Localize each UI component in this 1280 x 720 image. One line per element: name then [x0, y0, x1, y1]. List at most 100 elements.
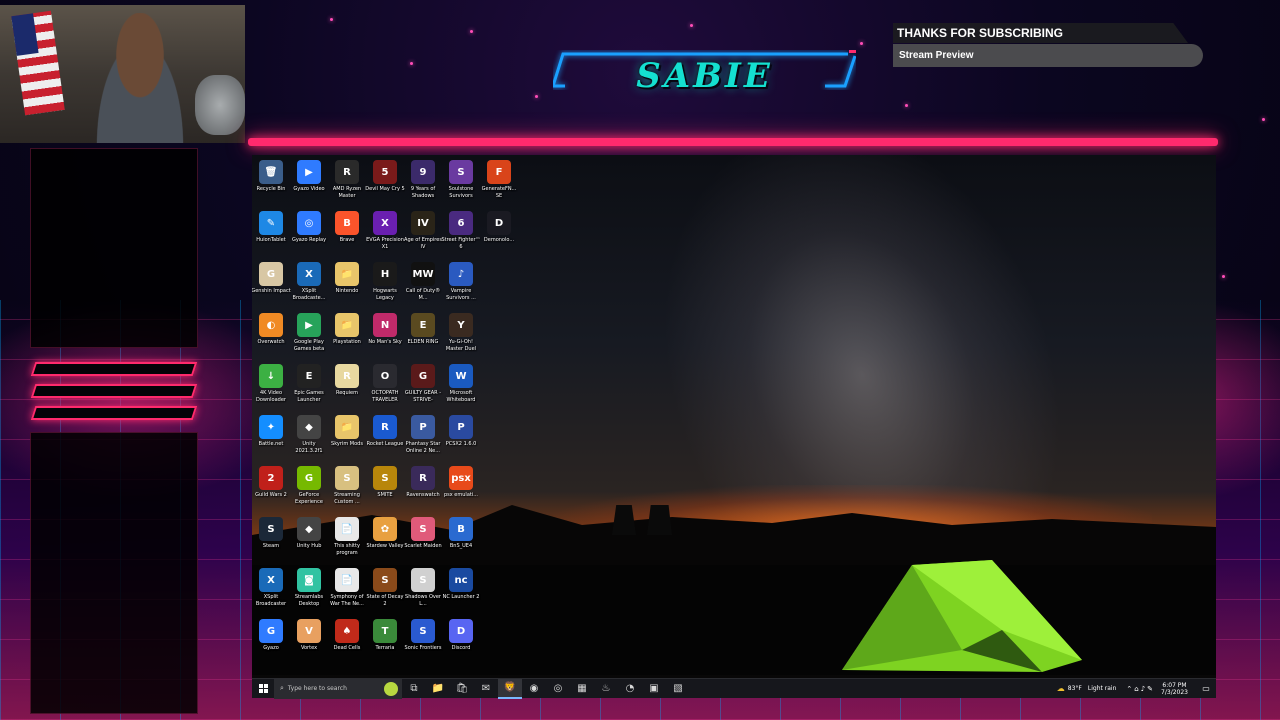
desktop-icon[interactable]: MW Call of Duty® M...: [404, 259, 442, 310]
desktop-icon[interactable]: ◆ Unity Hub: [290, 514, 328, 565]
desktop-icon[interactable]: G GeForce Experience: [290, 463, 328, 514]
app-icon: IV: [411, 211, 435, 235]
app-icon: 9: [411, 160, 435, 184]
desktop-icon[interactable]: R Rocket League: [366, 412, 404, 463]
taskbar-steam-icon[interactable]: ♨: [594, 679, 618, 699]
desktop-icon[interactable]: 📁 Playstation: [328, 310, 366, 361]
desktop-icon[interactable]: ◐ Overwatch: [252, 310, 290, 361]
desktop-icon[interactable]: 📄 This shitty program: [328, 514, 366, 565]
desktop-icon[interactable]: H Hogwarts Legacy: [366, 259, 404, 310]
desktop-icon-label: HuionTablet: [256, 237, 286, 243]
desktop-icon-label: GenerateFN... SE: [481, 186, 517, 199]
desktop-icon-label: ELDEN RING: [407, 339, 439, 345]
app-icon: G: [259, 262, 283, 286]
desktop-icon[interactable]: ✦ Battle.net: [252, 412, 290, 463]
desktop-icon[interactable]: X XSplit Broadcaster: [252, 565, 290, 616]
taskbar-gyazo-icon[interactable]: ◎: [546, 679, 570, 699]
taskbar-search[interactable]: ⌕ Type here to search: [274, 678, 402, 699]
desktop-icon[interactable]: ▶ Gyazo Video: [290, 157, 328, 208]
taskbar-file-explorer-icon[interactable]: 📁: [426, 679, 450, 699]
desktop-icon[interactable]: F GenerateFN... SE: [480, 157, 518, 208]
desktop-icon[interactable]: N No Man's Sky: [366, 310, 404, 361]
desktop-icon[interactable]: W Microsoft Whiteboard: [442, 361, 480, 412]
desktop-icon[interactable]: D Demonolo...: [480, 208, 518, 259]
star-decoration: [330, 18, 333, 21]
start-button[interactable]: [252, 679, 274, 699]
desktop-icon[interactable]: B Brave: [328, 208, 366, 259]
desktop-icon[interactable]: psx psx emulati...: [442, 463, 480, 514]
app-icon: E: [297, 364, 321, 388]
star-decoration: [860, 42, 863, 45]
desktop-icon-label: Call of Duty® M...: [405, 288, 441, 301]
desktop-icon[interactable]: 2 Guild Wars 2: [252, 463, 290, 514]
taskbar-xsplit-icon[interactable]: ▧: [666, 679, 690, 699]
desktop-icon[interactable]: 🗑 Recycle Bin: [252, 157, 290, 208]
notification-icon[interactable]: ▭: [1196, 684, 1216, 693]
desktop-icon[interactable]: P Phantasy Star Online 2 Ne...: [404, 412, 442, 463]
desktop-icon[interactable]: B BnS_UE4: [442, 514, 480, 565]
desktop-icon[interactable]: 📁 Skyrim Mods: [328, 412, 366, 463]
desktop-icon-label: Recycle Bin: [256, 186, 286, 192]
pen-icon[interactable]: ✎: [1147, 685, 1155, 693]
desktop-icon[interactable]: S Shadows Over L...: [404, 565, 442, 616]
taskbar-store-icon[interactable]: 🛍: [450, 679, 474, 699]
desktop-icon[interactable]: O OCTOPATH TRAVELER: [366, 361, 404, 412]
desktop-icon[interactable]: ↓ 4K Video Downloader: [252, 361, 290, 412]
desktop-icon[interactable]: ✎ HuionTablet: [252, 208, 290, 259]
desktop-icon[interactable]: R Ravenswatch: [404, 463, 442, 514]
search-highlight-icon: [384, 681, 398, 696]
desktop-icon[interactable]: G Genshin Impact: [252, 259, 291, 310]
desktop-icon[interactable]: ♠ Dead Cells: [328, 616, 366, 667]
desktop-icon[interactable]: 5 Devil May Cry 5: [365, 157, 405, 208]
desktop-icon[interactable]: 📄 Symphony of War The Ne...: [328, 565, 366, 616]
desktop-icon[interactable]: X XSplit Broadcaste...: [290, 259, 328, 310]
desktop-icon[interactable]: S Sonic Frontiers: [404, 616, 442, 667]
desktop-icon[interactable]: nc NC Launcher 2: [442, 565, 480, 616]
desktop-icon[interactable]: S Soulstone Survivors: [442, 157, 480, 208]
desktop-icon[interactable]: X EVGA Precision X1: [366, 208, 404, 259]
taskbar-clock[interactable]: 6:07 PM 7/3/2023: [1161, 682, 1188, 696]
desktop-icon[interactable]: 📁 Nintendo: [328, 259, 366, 310]
desktop-icon[interactable]: R Requiem: [328, 361, 366, 412]
desktop-icon[interactable]: P PCSX2 1.6.0: [442, 412, 480, 463]
desktop-icon[interactable]: ◆ Unity 2021.3.2f1: [290, 412, 328, 463]
taskbar-task-view-icon[interactable]: ⧉: [402, 679, 426, 699]
desktop-icon-label: Skyrim Mods: [331, 441, 363, 447]
desktop-icon[interactable]: T Terraria: [366, 616, 404, 667]
desktop-icon-label: Streamlabs Desktop: [294, 594, 324, 607]
desktop-icon[interactable]: ▶ Google Play Games beta: [290, 310, 328, 361]
desktop-icon[interactable]: ◎ Gyazo Replay: [290, 208, 328, 259]
desktop-icon[interactable]: 9 9 Years of Shadows: [404, 157, 442, 208]
desktop-icon[interactable]: ♪ Vampire Survivors ...: [442, 259, 480, 310]
empty-slot: [480, 514, 518, 565]
app-icon: W: [449, 364, 473, 388]
desktop-icon[interactable]: ✿ Stardew Valley: [366, 514, 404, 565]
desktop-icon[interactable]: E Epic Games Launcher: [290, 361, 328, 412]
taskbar-mail-icon[interactable]: ✉: [474, 679, 498, 699]
desktop-icon[interactable]: ◙ Streamlabs Desktop: [290, 565, 328, 616]
desktop-icon[interactable]: S Steam: [252, 514, 290, 565]
desktop-icon[interactable]: S Streaming Custom ...: [328, 463, 366, 514]
app-icon: G: [411, 364, 435, 388]
desktop-icon[interactable]: R AMD Ryzen Master: [328, 157, 366, 208]
desktop-icon-label: Battle.net: [258, 441, 284, 447]
weather-widget[interactable]: ☁ 83°F Light rain: [1057, 684, 1117, 693]
desktop-icon[interactable]: 6 Street Fighter™ 6: [441, 208, 481, 259]
desktop-icon[interactable]: V Vortex: [290, 616, 328, 667]
tray-icons[interactable]: ⌃⌂♪✎: [1126, 685, 1155, 693]
desktop-icon[interactable]: D Discord: [442, 616, 480, 667]
taskbar-brave-icon[interactable]: 🦁: [498, 678, 522, 699]
taskbar-app-brown-icon[interactable]: ▣: [642, 679, 666, 699]
desktop-icon[interactable]: S State of Decay 2: [366, 565, 404, 616]
desktop-icon[interactable]: G Gyazo: [252, 616, 290, 667]
taskbar-chrome-icon[interactable]: ◉: [522, 679, 546, 699]
taskbar-discord-icon[interactable]: ◔: [618, 679, 642, 699]
desktop-icon[interactable]: Y Yu-Gi-Oh! Master Duel: [442, 310, 480, 361]
desktop-icon[interactable]: E ELDEN RING: [404, 310, 442, 361]
desktop-icon[interactable]: G GUILTY GEAR -STRIVE-: [404, 361, 442, 412]
app-icon: 📁: [335, 262, 359, 286]
taskbar-minecraft-icon[interactable]: ▦: [570, 679, 594, 699]
desktop-icon[interactable]: S Scarlet Maiden: [404, 514, 442, 565]
desktop-icon[interactable]: IV Age of Empires IV: [404, 208, 442, 259]
desktop-icon[interactable]: S SMITE: [366, 463, 404, 514]
